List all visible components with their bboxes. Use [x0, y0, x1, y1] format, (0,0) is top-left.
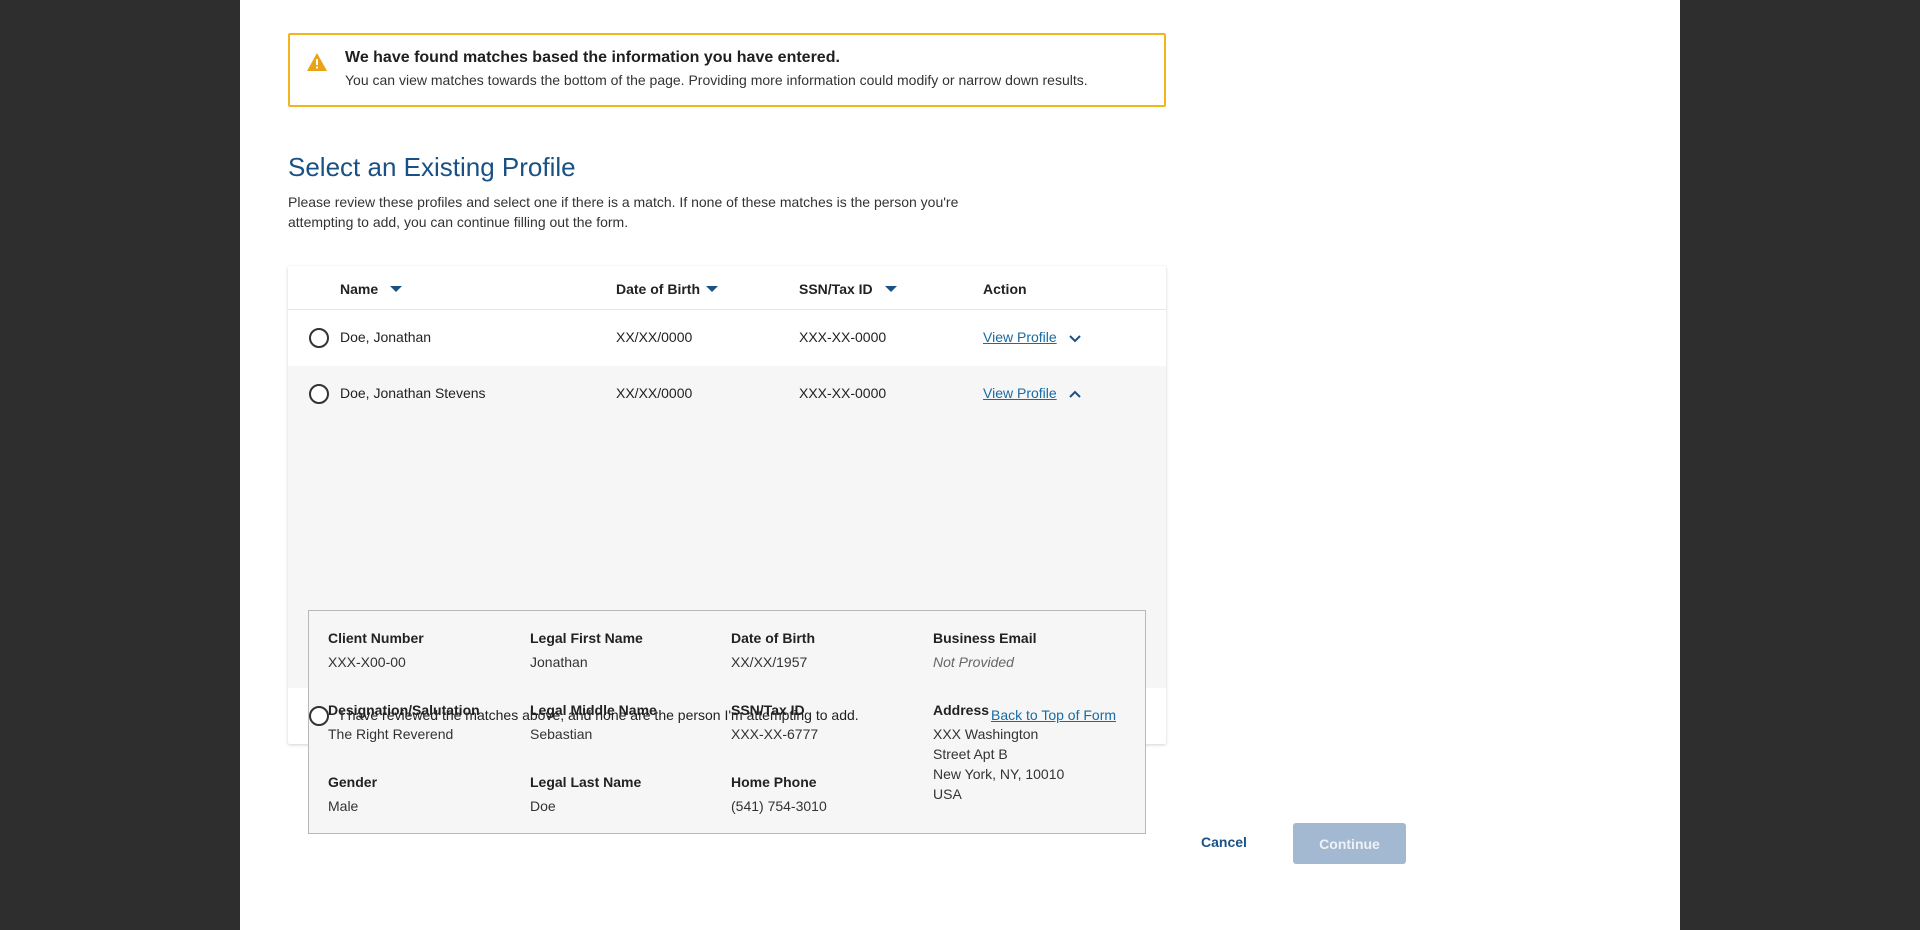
no-match-option-row: I have reviewed the matches above, and n… [288, 688, 1166, 744]
column-header-dob[interactable]: Date of Birth [616, 281, 718, 297]
table-row: Doe, Jonathan XX/XX/0000 XXX-XX-0000 Vie… [288, 310, 1166, 366]
business-email-label: Business Email [933, 630, 1037, 646]
sort-down-icon [390, 286, 403, 292]
business-email-value: Not Provided [933, 654, 1014, 670]
warning-icon [307, 53, 327, 71]
row-name: Doe, Jonathan [340, 329, 432, 345]
first-name-value: Jonathan [530, 654, 588, 670]
home-phone-value: (541) 754-3010 [731, 798, 827, 814]
sort-down-icon [884, 286, 897, 292]
last-name-label: Legal Last Name [530, 774, 642, 790]
address-line-2: Street Apt B [933, 746, 1008, 762]
view-profile-link[interactable]: View Profile [983, 385, 1057, 401]
row-dob: XX/XX/0000 [616, 385, 693, 401]
details-dob-label: Date of Birth [731, 630, 815, 646]
section-title: Select an Existing Profile [288, 152, 576, 182]
address-line-3: New York, NY, 10010 [933, 766, 1065, 782]
last-name-value: Doe [530, 798, 556, 814]
sort-down-icon [706, 286, 718, 292]
address-line-4: USA [933, 786, 962, 802]
column-header-ssn[interactable]: SSN/Tax ID [799, 281, 897, 297]
column-header-name-label: Name [340, 281, 379, 297]
section-description: Please review these profiles and select … [288, 194, 959, 230]
column-header-action-label: Action [983, 281, 1027, 297]
select-profile-radio[interactable] [309, 328, 329, 348]
no-match-label: I have reviewed the matches above, and n… [340, 707, 859, 723]
row-ssn: XXX-XX-0000 [799, 329, 887, 345]
home-phone-label: Home Phone [731, 774, 817, 790]
row-name: Doe, Jonathan Stevens [340, 385, 486, 401]
column-header-ssn-label: SSN/Tax ID [799, 281, 873, 297]
column-header-action: Action [983, 281, 1027, 297]
gender-label: Gender [328, 774, 378, 790]
details-dob-value: XX/XX/1957 [731, 654, 808, 670]
page: We have found matches based the informat… [240, 0, 1680, 930]
back-to-top-link[interactable]: Back to Top of Form [991, 707, 1116, 723]
alert-body: You can view matches towards the bottom … [345, 72, 1088, 88]
alert-title: We have found matches based the informat… [345, 49, 840, 66]
client-number-label: Client Number [328, 630, 424, 646]
client-number-value: XXX-X00-00 [328, 654, 406, 670]
chevron-down-icon[interactable] [1067, 331, 1083, 347]
select-profile-radio[interactable] [309, 384, 329, 404]
column-header-dob-label: Date of Birth [616, 281, 700, 297]
continue-button[interactable]: Continue [1293, 823, 1406, 864]
profile-match-table: Name Date of Birth SSN/Tax ID Action Doe… [288, 266, 1166, 834]
match-warning-alert: We have found matches based the informat… [288, 33, 1166, 107]
view-profile-link[interactable]: View Profile [983, 329, 1057, 345]
first-name-label: Legal First Name [530, 630, 643, 646]
column-header-name[interactable]: Name [340, 281, 403, 297]
gender-value: Male [328, 798, 359, 814]
table-header: Name Date of Birth SSN/Tax ID Action [288, 266, 1166, 310]
row-ssn: XXX-XX-0000 [799, 385, 887, 401]
cancel-button[interactable]: Cancel [1201, 834, 1247, 850]
no-match-radio[interactable] [309, 706, 329, 726]
row-dob: XX/XX/0000 [616, 329, 693, 345]
chevron-up-icon[interactable] [1067, 386, 1083, 402]
